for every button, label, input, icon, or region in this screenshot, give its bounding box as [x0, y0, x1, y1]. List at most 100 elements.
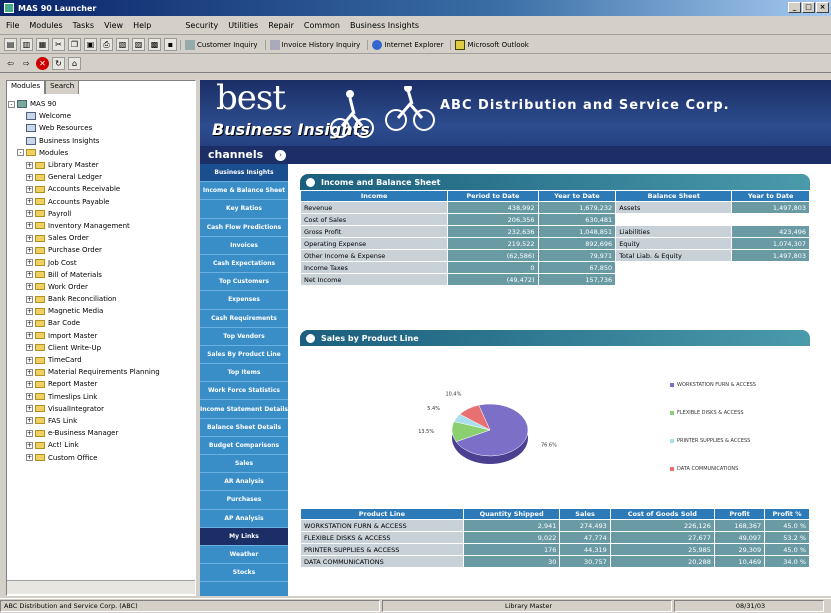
outlook-link[interactable]: Microsoft Outlook [450, 39, 532, 50]
tree-module-item[interactable]: Bill of Materials [48, 271, 102, 279]
tab-modules[interactable]: Modules [6, 80, 46, 94]
print-icon[interactable]: ⎙ [100, 38, 113, 51]
menu-view[interactable]: View [104, 21, 123, 30]
tree-module-item[interactable]: Act! Link [48, 441, 79, 449]
back-icon[interactable]: ⇦ [4, 57, 17, 70]
expand-icon[interactable]: + [26, 344, 33, 352]
channels-arrow-icon[interactable]: › [275, 150, 286, 161]
nav-item[interactable]: Cash Flow Predictions [200, 219, 288, 237]
open-icon[interactable]: ▥ [20, 38, 33, 51]
expand-icon[interactable]: + [26, 283, 33, 291]
menu-utilities[interactable]: Utilities [228, 21, 258, 30]
expand-icon[interactable]: + [26, 271, 33, 279]
tree-module-item[interactable]: e-Business Manager [48, 429, 118, 437]
customer-inquiry-link[interactable]: Customer Inquiry [180, 39, 262, 50]
nav-item[interactable]: Top Vendors [200, 328, 288, 346]
invoice-history-link[interactable]: Invoice History Inquiry [264, 39, 365, 50]
settings-icon[interactable]: ▪ [164, 38, 177, 51]
tree-module-item[interactable]: VisualIntegrator [48, 405, 104, 413]
nav-item[interactable]: Sales [200, 455, 288, 474]
expand-icon[interactable]: + [26, 234, 33, 242]
nav-item[interactable]: AP Analysis [200, 510, 288, 528]
tree-module-item[interactable]: Bar Code [48, 319, 80, 327]
tree-module-item[interactable]: Accounts Payable [48, 198, 109, 206]
expand-icon[interactable]: + [26, 161, 33, 169]
tree-scrollbar[interactable] [7, 580, 195, 594]
menu-modules[interactable]: Modules [29, 21, 62, 30]
nav-item[interactable]: AR Analysis [200, 473, 288, 492]
tools-icon[interactable]: ▩ [148, 38, 161, 51]
expand-icon[interactable]: + [26, 198, 33, 206]
expand-icon[interactable]: + [26, 307, 33, 315]
tree-module-item[interactable]: Library Master [48, 161, 99, 169]
nav-item[interactable]: Cash Requirements [200, 310, 288, 328]
expand-icon[interactable]: + [26, 429, 33, 437]
tree-module-item[interactable]: Job Cost [48, 259, 77, 267]
internet-explorer-link[interactable]: Internet Explorer [367, 39, 447, 50]
tree-module-item[interactable]: Purchase Order [48, 246, 102, 254]
maximize-button[interactable]: □ [802, 2, 815, 13]
tree-module-item[interactable]: TimeCard [48, 356, 82, 364]
expand-icon[interactable]: + [26, 356, 33, 364]
expand-icon[interactable]: + [26, 332, 33, 340]
tree-module-item[interactable]: Magnetic Media [48, 307, 103, 315]
expand-icon[interactable]: + [26, 210, 33, 218]
home-icon[interactable]: ⌂ [68, 57, 81, 70]
expand-icon[interactable]: + [26, 405, 33, 413]
menu-tasks[interactable]: Tasks [73, 21, 94, 30]
tree-module-item[interactable]: Work Order [48, 283, 88, 291]
preview-icon[interactable]: ▨ [132, 38, 145, 51]
nav-item[interactable]: Balance Sheet Details [200, 419, 288, 437]
menu-common[interactable]: Common [304, 21, 340, 30]
forward-icon[interactable]: ⇨ [20, 57, 33, 70]
minimize-button[interactable]: _ [788, 2, 801, 13]
tree-item-welcome[interactable]: Welcome [39, 112, 71, 120]
nav-item[interactable]: My Links [200, 527, 288, 546]
expand-icon[interactable]: + [26, 295, 33, 303]
new-icon[interactable]: ▤ [4, 38, 17, 51]
collapse-icon[interactable]: - [17, 149, 24, 157]
expand-icon[interactable]: + [26, 368, 33, 376]
menu-file[interactable]: File [6, 21, 19, 30]
tree-module-item[interactable]: Report Master [48, 380, 97, 388]
nav-item[interactable]: Weather [200, 546, 288, 565]
tree-module-item[interactable]: Sales Order [48, 234, 89, 242]
tab-search[interactable]: Search [45, 80, 80, 94]
tree-module-item[interactable]: Accounts Receivable [48, 185, 120, 193]
menu-business-insights[interactable]: Business Insights [350, 21, 419, 30]
nav-item[interactable]: Work Force Statistics [200, 382, 288, 401]
stop-icon[interactable]: ✕ [36, 57, 49, 70]
nav-item[interactable]: Income Statement Details [200, 400, 288, 419]
nav-item[interactable]: Expenses [200, 291, 288, 310]
nav-item[interactable]: Stocks [200, 564, 288, 583]
cut-icon[interactable]: ✂ [52, 38, 65, 51]
close-button[interactable]: × [816, 2, 829, 13]
tree-module-item[interactable]: Inventory Management [48, 222, 130, 230]
menu-security[interactable]: Security [185, 21, 218, 30]
save-icon[interactable]: ▦ [36, 38, 49, 51]
paste-icon[interactable]: ▣ [84, 38, 97, 51]
expand-icon[interactable]: + [26, 319, 33, 327]
expand-icon[interactable]: + [26, 393, 33, 401]
tree-module-item[interactable]: Client Write-Up [48, 344, 101, 352]
nav-item[interactable]: Key Ratios [200, 200, 288, 219]
refresh-icon[interactable]: ↻ [52, 57, 65, 70]
menu-help[interactable]: Help [133, 21, 151, 30]
expand-icon[interactable]: + [26, 185, 33, 193]
expand-icon[interactable]: + [26, 259, 33, 267]
nav-item[interactable]: Top Customers [200, 273, 288, 292]
expand-icon[interactable]: + [26, 246, 33, 254]
tree-module-item[interactable]: Timeslips Link [48, 393, 97, 401]
tree-module-item[interactable]: Import Master [48, 332, 97, 340]
expand-icon[interactable]: + [26, 222, 33, 230]
expand-icon[interactable]: + [26, 380, 33, 388]
collapse-icon[interactable]: - [8, 100, 15, 108]
nav-item[interactable]: Top Items [200, 364, 288, 383]
expand-icon[interactable]: + [26, 173, 33, 181]
copy-icon[interactable]: ❐ [68, 38, 81, 51]
nav-item[interactable]: Invoices [200, 237, 288, 255]
delete-icon[interactable]: ▧ [116, 38, 129, 51]
tree-module-item[interactable]: General Ledger [48, 173, 102, 181]
nav-item[interactable]: Cash Expectations [200, 255, 288, 274]
nav-item[interactable]: Income & Balance Sheet [200, 182, 288, 201]
